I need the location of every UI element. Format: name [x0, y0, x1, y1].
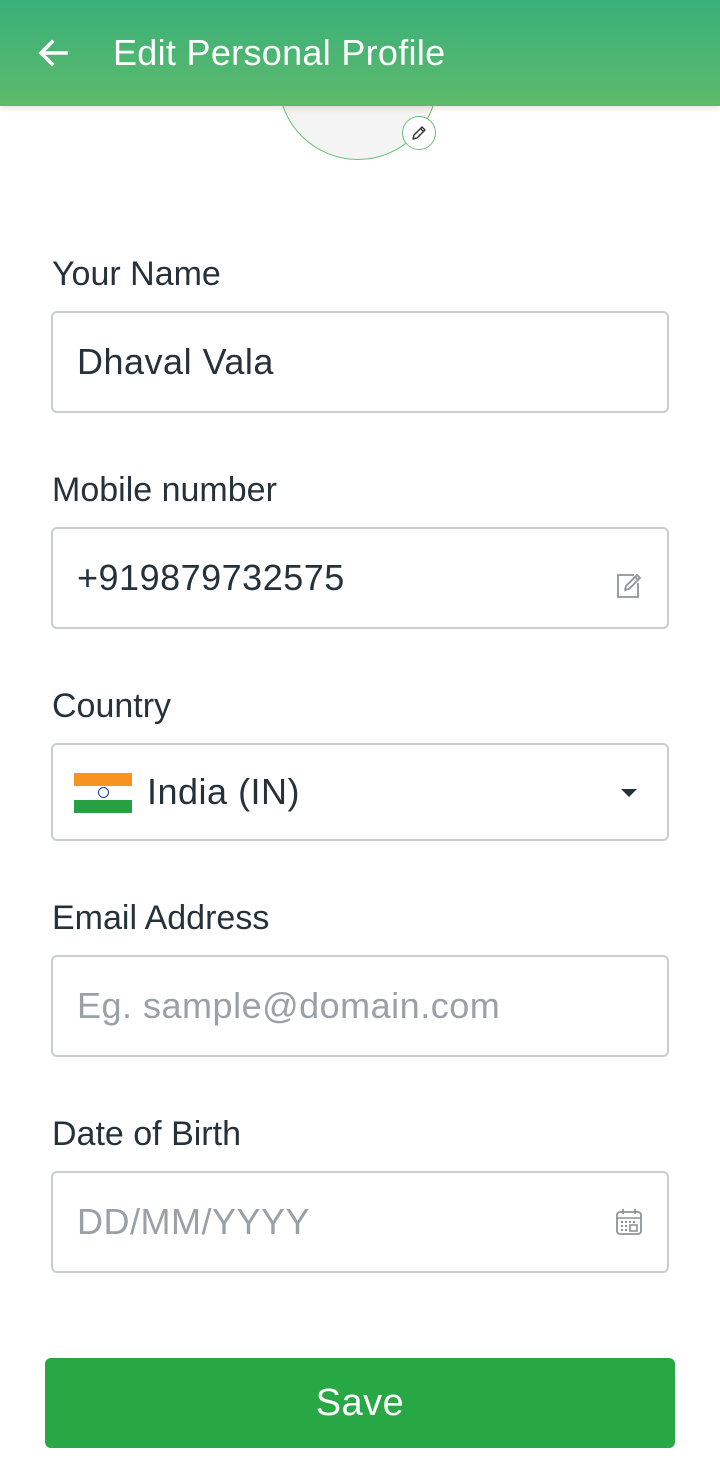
email-placeholder: Eg. sample@domain.com	[77, 985, 501, 1026]
mobile-field[interactable]: +919879732575	[51, 527, 669, 629]
india-flag-icon	[74, 773, 132, 813]
edit-profile-screen: Edit Personal Profile Your Name Dhaval V…	[0, 0, 720, 1476]
mobile-edit-button[interactable]	[613, 570, 645, 602]
name-value: Dhaval Vala	[77, 341, 274, 382]
app-header: Edit Personal Profile	[0, 0, 720, 106]
dob-label: Date of Birth	[52, 1115, 241, 1153]
caret-down-icon[interactable]	[621, 789, 637, 797]
edit-icon	[617, 574, 641, 598]
page-title: Edit Personal Profile	[113, 32, 446, 73]
back-button[interactable]	[30, 30, 76, 76]
email-field[interactable]: Eg. sample@domain.com	[51, 955, 669, 1057]
name-label: Your Name	[52, 255, 221, 293]
pencil-icon	[412, 126, 426, 140]
dob-field[interactable]: DD/MM/YYYY	[51, 1171, 669, 1273]
mobile-label: Mobile number	[52, 471, 277, 509]
email-label: Email Address	[52, 899, 270, 937]
calendar-icon	[616, 1209, 642, 1235]
avatar-edit-button[interactable]	[402, 116, 436, 150]
country-label: Country	[52, 687, 172, 725]
country-value: India (IN)	[147, 771, 301, 812]
dob-placeholder: DD/MM/YYYY	[77, 1201, 311, 1242]
country-select[interactable]: India (IN)	[51, 743, 669, 841]
arrow-left-icon	[38, 39, 68, 67]
save-button[interactable]: Save	[45, 1358, 675, 1448]
calendar-button[interactable]	[613, 1206, 645, 1238]
mobile-value: +919879732575	[77, 557, 345, 598]
name-field[interactable]: Dhaval Vala	[51, 311, 669, 413]
